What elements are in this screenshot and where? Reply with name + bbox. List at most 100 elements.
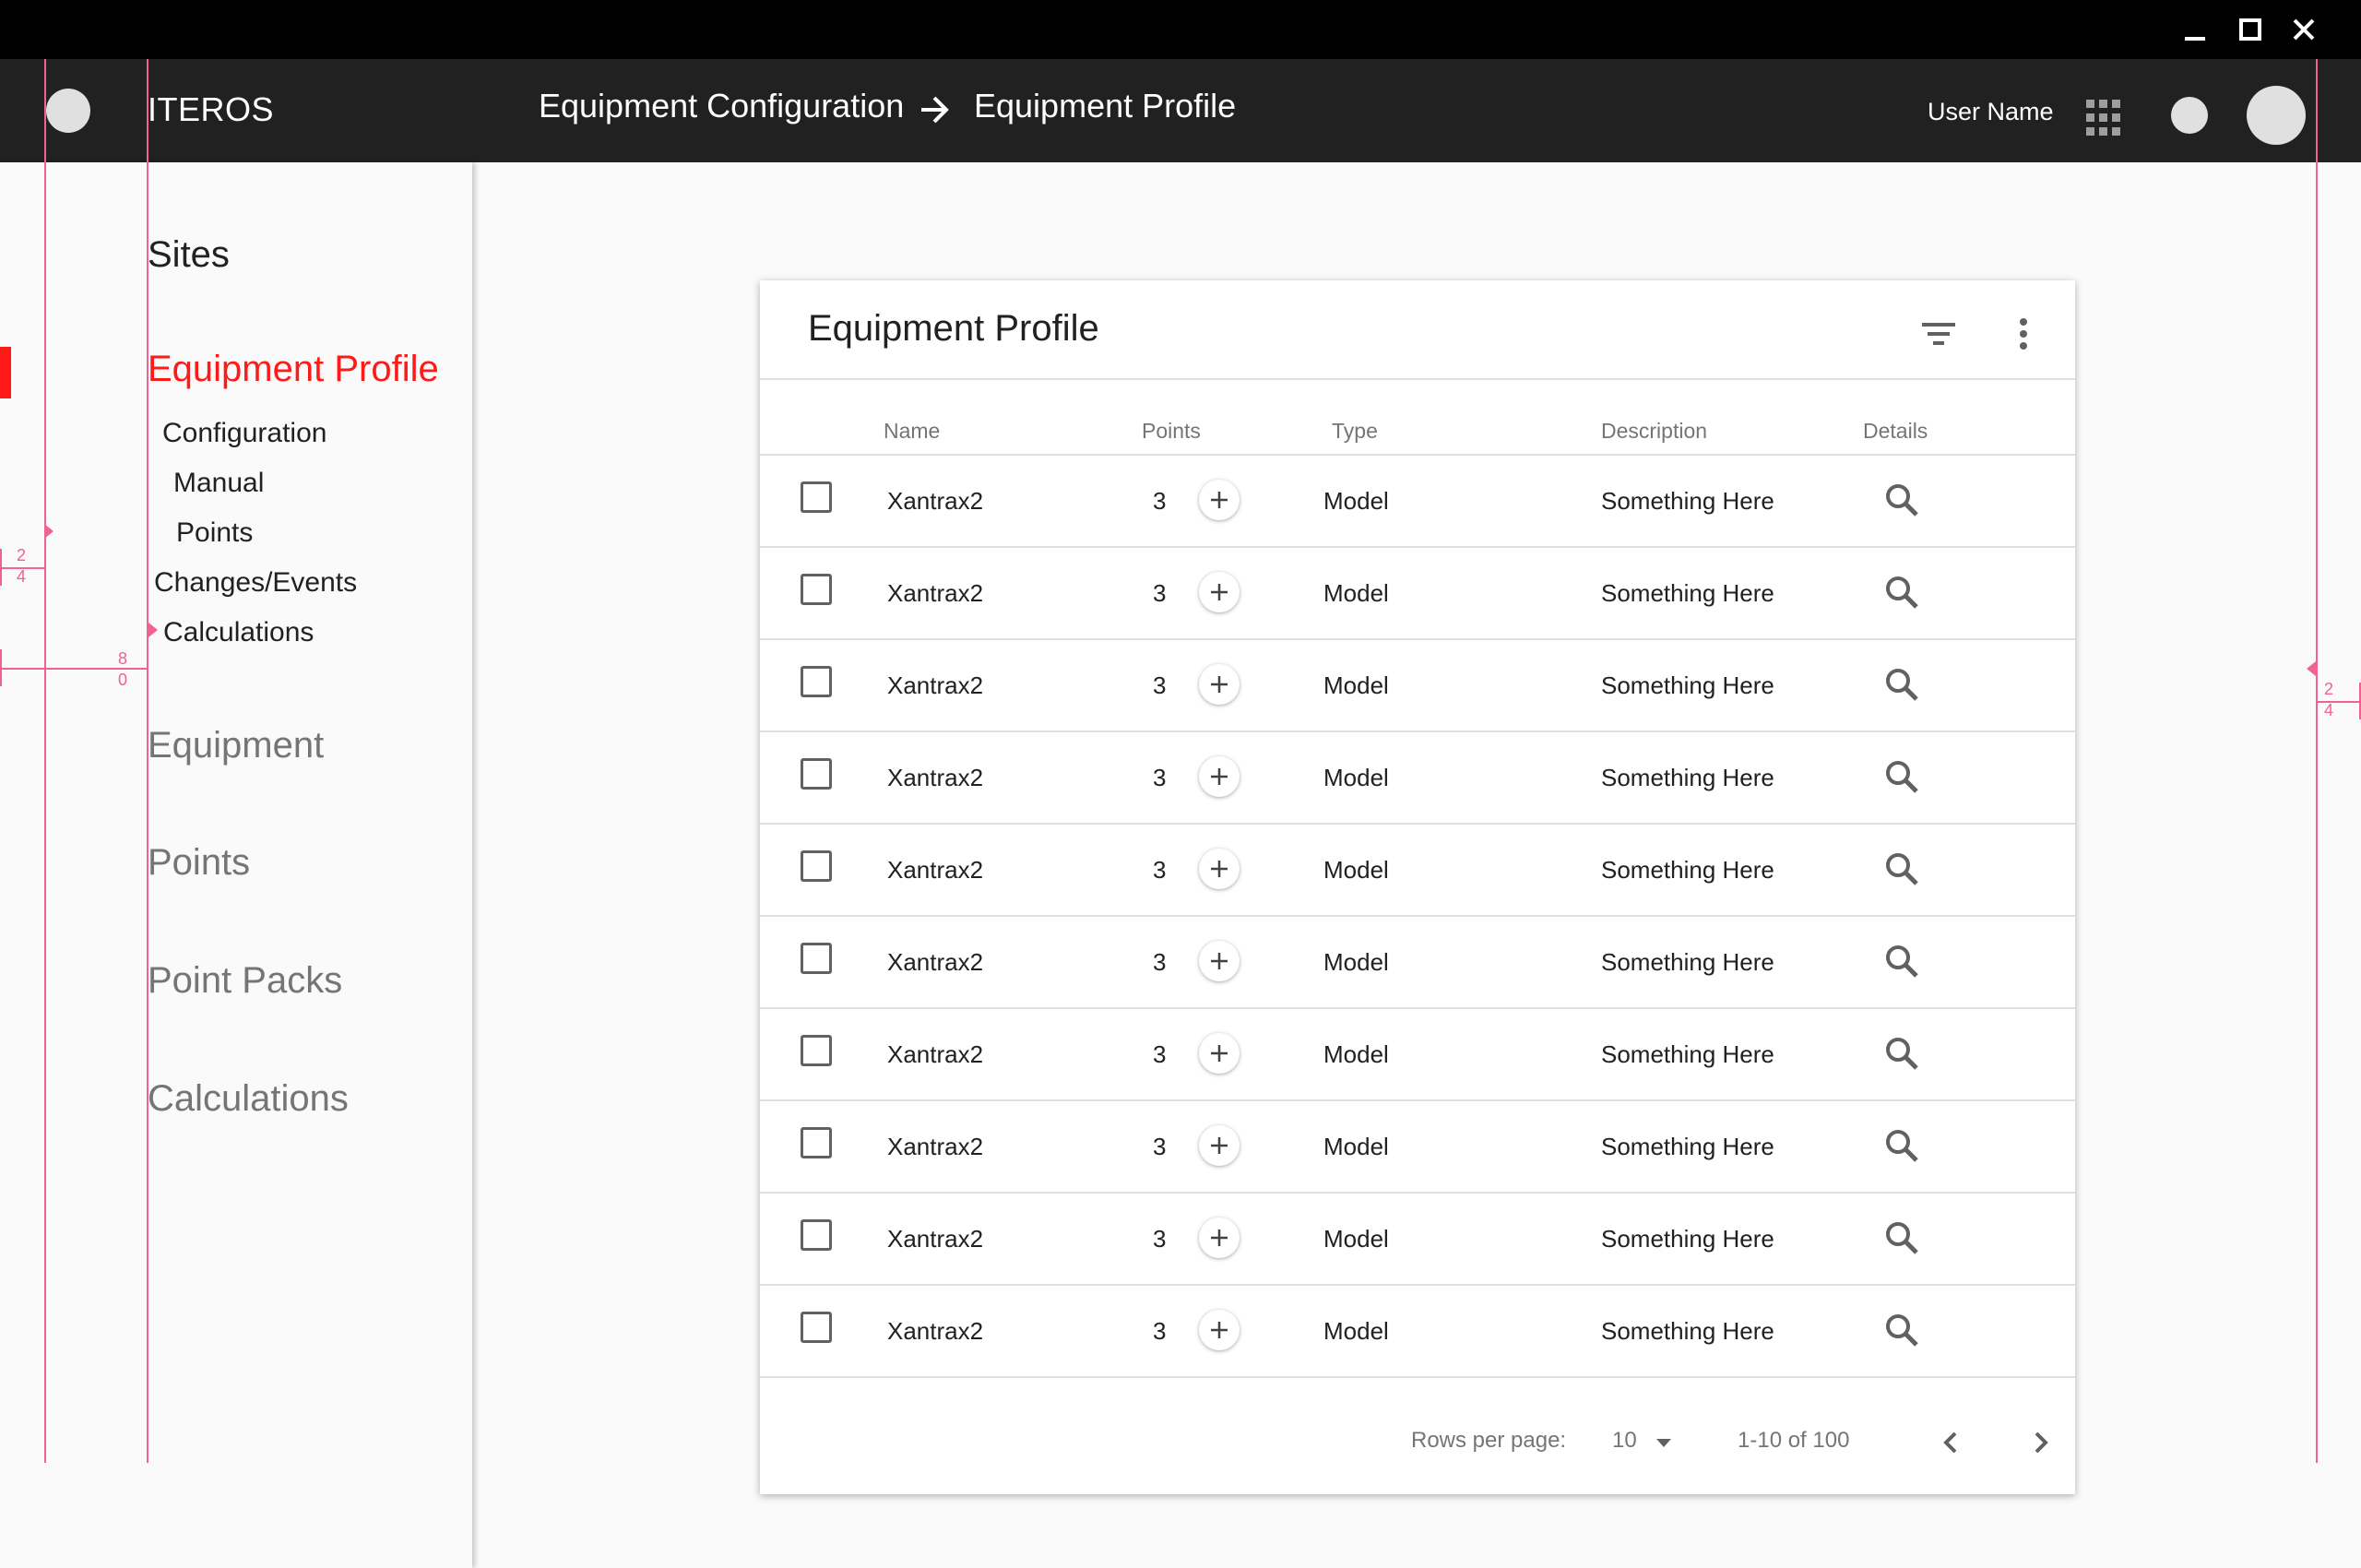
row-checkbox[interactable] [801, 1219, 832, 1251]
row-checkbox[interactable] [801, 1127, 832, 1158]
column-header-type[interactable]: Type [1332, 419, 1378, 444]
table-row[interactable]: Xantrax2 3 Model Something Here [760, 548, 2075, 640]
sidebar-item-sites[interactable]: Sites [148, 234, 230, 276]
plus-icon [1211, 584, 1228, 600]
sidebar-subitem-configuration[interactable]: Configuration [162, 418, 326, 449]
guide-tick [0, 649, 2, 686]
cell-name: Xantrax2 [887, 1040, 984, 1068]
table-row[interactable]: Xantrax2 3 Model Something Here [760, 456, 2075, 548]
guide-tick [0, 549, 2, 586]
search-icon[interactable] [1881, 572, 1922, 612]
cell-name: Xantrax2 [887, 671, 984, 699]
cell-description: Something Here [1601, 948, 1774, 976]
table-row[interactable]: Xantrax2 3 Model Something Here [760, 1194, 2075, 1286]
table-row[interactable]: Xantrax2 3 Model Something Here [760, 917, 2075, 1009]
row-checkbox[interactable] [801, 1035, 832, 1066]
row-checkbox[interactable] [801, 481, 832, 513]
column-header-name[interactable]: Name [884, 419, 940, 444]
add-point-button[interactable] [1199, 480, 1240, 520]
avatar[interactable] [2247, 86, 2306, 145]
cell-description: Something Here [1601, 1317, 1774, 1345]
search-icon[interactable] [1881, 849, 1922, 889]
guide-label: 8 [118, 649, 128, 668]
row-checkbox[interactable] [801, 850, 832, 882]
sidebar-item-equipment-profile[interactable]: Equipment Profile [148, 349, 439, 390]
add-point-button[interactable] [1199, 756, 1240, 797]
cell-points: 3 [1153, 856, 1167, 884]
more-vert-icon[interactable] [2005, 315, 2042, 352]
cell-name: Xantrax2 [887, 1225, 984, 1253]
search-icon[interactable] [1881, 756, 1922, 797]
add-point-button[interactable] [1199, 849, 1240, 889]
guide-label: 0 [118, 671, 128, 689]
sidebar-subitem-points[interactable]: Points [176, 517, 253, 549]
minimize-icon[interactable] [2175, 9, 2215, 50]
rows-per-page-select[interactable]: 10 [1612, 1428, 1637, 1454]
add-point-button[interactable] [1199, 1125, 1240, 1166]
cell-type: Model [1323, 1040, 1389, 1068]
cell-type: Model [1323, 671, 1389, 699]
search-icon[interactable] [1881, 664, 1922, 705]
sidebar-subitem-changes-events[interactable]: Changes/Events [154, 567, 357, 599]
row-checkbox[interactable] [801, 666, 832, 697]
cell-name: Xantrax2 [887, 1133, 984, 1160]
sidebar-item-equipment[interactable]: Equipment [148, 725, 324, 766]
sidebar-item-point-packs[interactable]: Point Packs [148, 960, 342, 1002]
breadcrumb-parent[interactable]: Equipment Configuration [539, 87, 904, 125]
cell-points: 3 [1153, 1225, 1167, 1253]
row-checkbox[interactable] [801, 574, 832, 605]
column-header-description[interactable]: Description [1601, 419, 1707, 444]
row-checkbox[interactable] [801, 1312, 832, 1343]
close-icon[interactable] [2284, 9, 2324, 50]
table-row[interactable]: Xantrax2 3 Model Something Here [760, 732, 2075, 825]
table-row[interactable]: Xantrax2 3 Model Something Here [760, 825, 2075, 917]
cell-points: 3 [1153, 1040, 1167, 1068]
search-icon[interactable] [1881, 1310, 1922, 1350]
guide-label: 4 [17, 567, 27, 586]
add-point-button[interactable] [1199, 1310, 1240, 1350]
active-indicator [0, 347, 11, 398]
chevron-left-icon[interactable] [1933, 1424, 1970, 1461]
add-point-button[interactable] [1199, 1033, 1240, 1074]
breadcrumb-current: Equipment Profile [974, 87, 1237, 125]
notification-icon[interactable] [2171, 97, 2208, 134]
sidebar-subitem-manual[interactable]: Manual [173, 468, 264, 499]
search-icon[interactable] [1881, 1033, 1922, 1074]
cell-description: Something Here [1601, 1225, 1774, 1253]
add-point-button[interactable] [1199, 664, 1240, 705]
guide-label: 2 [17, 546, 27, 564]
guide-label: 2 [2324, 680, 2334, 698]
table-row[interactable]: Xantrax2 3 Model Something Here [760, 640, 2075, 732]
sidebar-item-calculations[interactable]: Calculations [148, 1078, 349, 1120]
user-name[interactable]: User Name [1928, 98, 2054, 126]
dropdown-arrow-icon[interactable] [1645, 1424, 1682, 1461]
column-header-points[interactable]: Points [1142, 419, 1201, 444]
row-checkbox[interactable] [801, 758, 832, 790]
cell-description: Something Here [1601, 671, 1774, 699]
pagination-range: 1-10 of 100 [1738, 1428, 1850, 1453]
add-point-button[interactable] [1199, 572, 1240, 612]
row-checkbox[interactable] [801, 943, 832, 974]
add-point-button[interactable] [1199, 941, 1240, 981]
maximize-icon[interactable] [2230, 9, 2271, 50]
chevron-right-icon[interactable] [2022, 1424, 2058, 1461]
add-point-button[interactable] [1199, 1218, 1240, 1258]
search-icon[interactable] [1881, 941, 1922, 981]
search-icon[interactable] [1881, 480, 1922, 520]
plus-icon [1211, 1322, 1228, 1338]
sidebar-subitem-calculations[interactable]: Calculations [163, 617, 314, 648]
filter-icon[interactable] [1920, 315, 1957, 352]
plus-icon [1211, 1137, 1228, 1154]
search-icon[interactable] [1881, 1125, 1922, 1166]
table-row[interactable]: Xantrax2 3 Model Something Here [760, 1101, 2075, 1194]
apps-grid-icon[interactable] [2086, 100, 2123, 137]
table-row[interactable]: Xantrax2 3 Model Something Here [760, 1009, 2075, 1101]
column-header-details[interactable]: Details [1863, 419, 1928, 444]
search-icon[interactable] [1881, 1218, 1922, 1258]
cell-name: Xantrax2 [887, 1317, 984, 1345]
app-logo[interactable] [46, 89, 90, 133]
cell-description: Something Here [1601, 1133, 1774, 1160]
table-row[interactable]: Xantrax2 3 Model Something Here [760, 1286, 2075, 1378]
sidebar-item-points[interactable]: Points [148, 842, 250, 884]
cell-points: 3 [1153, 1317, 1167, 1345]
